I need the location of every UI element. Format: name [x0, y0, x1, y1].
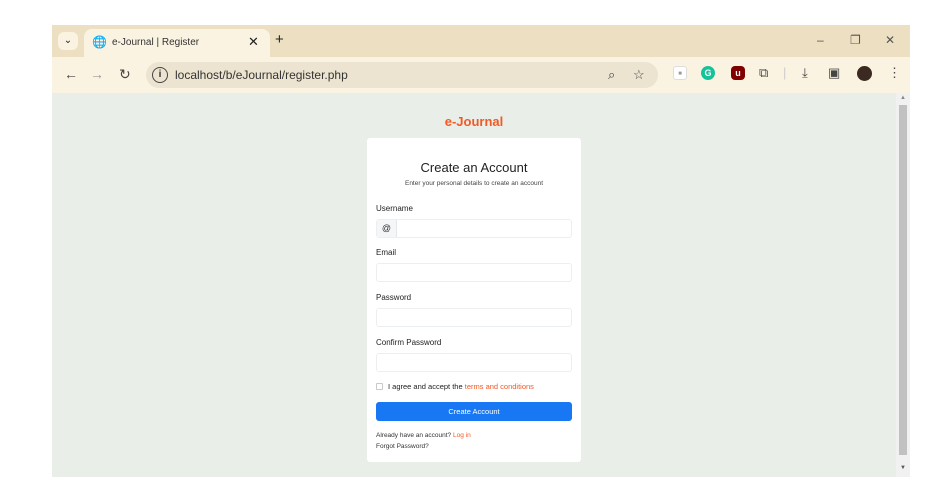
- login-link[interactable]: Log in: [453, 432, 471, 439]
- scroll-thumb[interactable]: [899, 105, 907, 455]
- brand-logo[interactable]: e-Journal: [52, 114, 896, 129]
- email-label: Email: [376, 248, 397, 257]
- minimize-button[interactable]: –: [817, 32, 824, 48]
- terms-checkbox[interactable]: [376, 383, 383, 390]
- browser-window: ⌄ 🌐 e-Journal | Register ✕ + – ❐ ✕ ← → ↻…: [52, 25, 910, 477]
- email-field[interactable]: [376, 263, 572, 282]
- avatar[interactable]: [857, 66, 872, 81]
- grammarly-icon[interactable]: G: [701, 66, 715, 80]
- forgot-password-link[interactable]: Forgot Password?: [376, 443, 429, 450]
- url-text[interactable]: localhost/b/eJournal/register.php: [175, 68, 348, 82]
- tab-strip: ⌄ 🌐 e-Journal | Register ✕ + – ❐ ✕: [52, 25, 910, 57]
- ublock-icon[interactable]: u: [731, 66, 745, 80]
- address-bar[interactable]: i localhost/b/eJournal/register.php ⌕ ☆: [146, 62, 658, 88]
- globe-icon: 🌐: [92, 35, 107, 49]
- scroll-down-arrow[interactable]: ▼: [900, 465, 906, 471]
- scroll-up-arrow[interactable]: ▲: [900, 95, 906, 101]
- chevron-down-icon: ⌄: [63, 35, 73, 46]
- login-prompt: Already have an account? Log in: [376, 432, 471, 439]
- download-icon[interactable]: ⤓: [802, 65, 808, 81]
- kebab-menu-icon[interactable]: ⋮: [888, 65, 901, 81]
- password-field[interactable]: [376, 308, 572, 327]
- password-label: Password: [376, 293, 412, 302]
- form-title: Create an Account: [420, 160, 528, 175]
- terms-label: I agree and accept the terms and conditi…: [388, 382, 534, 391]
- side-panel-icon[interactable]: ▣: [828, 65, 840, 81]
- window-close-button[interactable]: ✕: [885, 32, 895, 48]
- tab-search-button[interactable]: ⌄: [58, 32, 78, 50]
- new-tab-button[interactable]: +: [275, 31, 284, 49]
- puzzle-icon[interactable]: ⧉: [759, 65, 768, 81]
- reload-button[interactable]: ↻: [119, 66, 131, 82]
- info-icon[interactable]: i: [152, 67, 168, 83]
- login-prefix: Already have an account?: [376, 432, 452, 439]
- close-icon[interactable]: ✕: [248, 34, 259, 50]
- browser-toolbar: ← → ↻ i localhost/b/eJournal/register.ph…: [52, 57, 910, 93]
- at-sign-icon: @: [377, 220, 397, 237]
- forward-button[interactable]: →: [90, 66, 104, 82]
- restore-button[interactable]: ❐: [850, 32, 861, 48]
- confirm-password-label: Confirm Password: [376, 338, 442, 347]
- tab-register[interactable]: 🌐 e-Journal | Register ✕: [84, 29, 270, 57]
- page-scrollbar[interactable]: ▲ ▼: [896, 93, 910, 477]
- username-field[interactable]: @: [376, 219, 572, 238]
- terms-link[interactable]: terms and conditions: [465, 382, 534, 391]
- extension-square-icon[interactable]: ■: [673, 66, 687, 80]
- zoom-icon[interactable]: ⌕: [608, 67, 615, 83]
- back-button[interactable]: ←: [64, 66, 78, 82]
- terms-prefix: I agree and accept the: [388, 382, 463, 391]
- username-label: Username: [376, 204, 413, 213]
- confirm-password-field[interactable]: [376, 353, 572, 372]
- tab-title: e-Journal | Register: [112, 37, 200, 48]
- form-subtitle: Enter your personal details to create an…: [404, 180, 544, 187]
- page-content: e-Journal Create an Account Enter your p…: [52, 93, 896, 477]
- register-card: Create an Account Enter your personal de…: [367, 138, 581, 462]
- toolbar-divider: |: [783, 65, 787, 80]
- star-icon[interactable]: ☆: [633, 67, 645, 83]
- create-account-button[interactable]: Create Account: [376, 402, 572, 421]
